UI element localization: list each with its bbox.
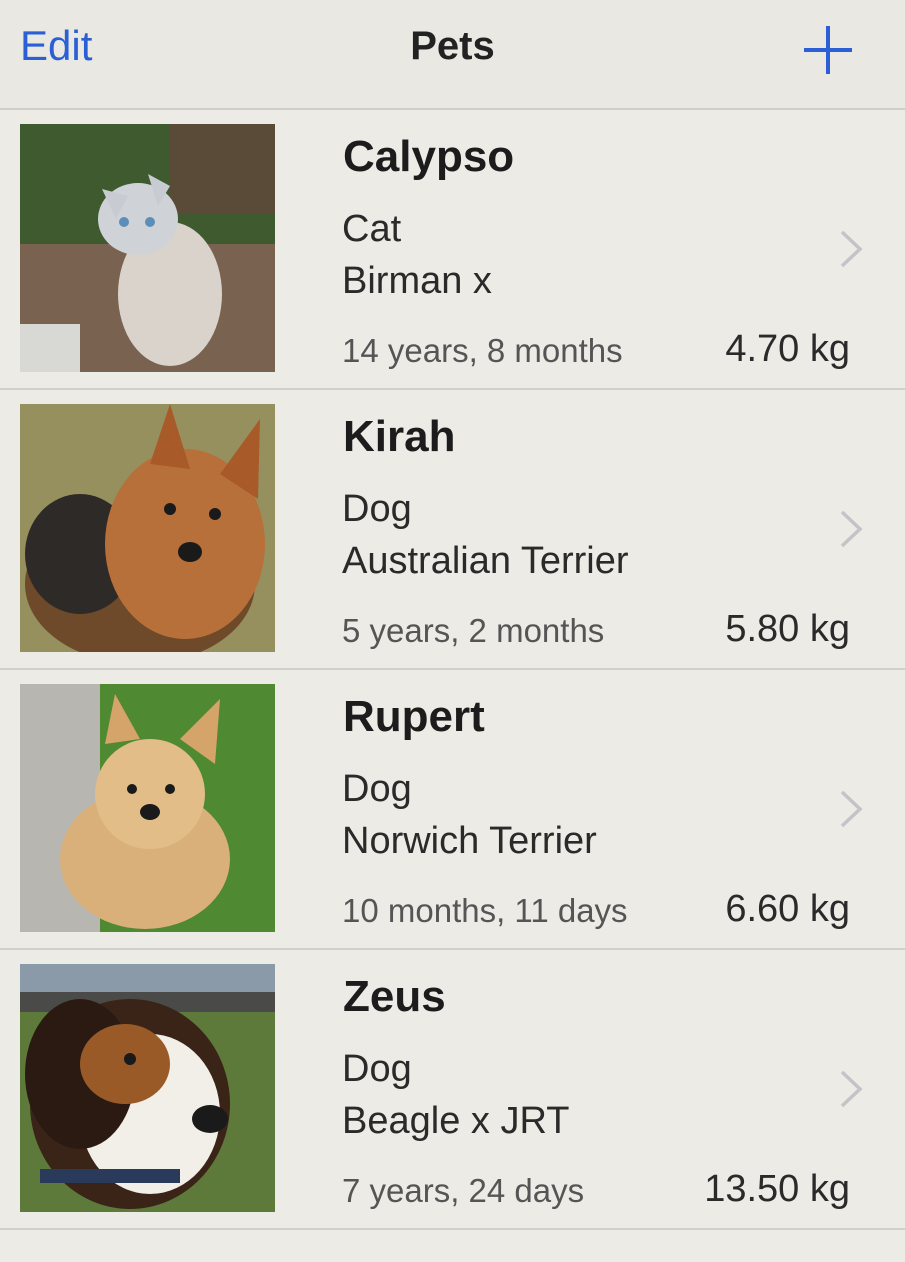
chevron-right-icon [840, 1070, 863, 1108]
pet-breed: Australian Terrier [342, 540, 629, 582]
chevron-right-icon [840, 790, 863, 828]
pet-species: Dog [342, 1048, 412, 1090]
pet-breed: Beagle x JRT [342, 1100, 570, 1142]
pet-name: Zeus [343, 972, 446, 1021]
pet-weight: 13.50 kg [704, 1168, 850, 1210]
pet-age: 7 years, 24 days [342, 1172, 585, 1209]
pet-photo [20, 404, 275, 652]
plus-icon [804, 26, 852, 74]
pet-age: 5 years, 2 months [342, 612, 605, 649]
pet-row[interactable]: Zeus Dog Beagle x JRT 7 years, 24 days 1… [0, 950, 905, 1230]
pet-name: Rupert [343, 692, 485, 741]
pet-weight: 6.60 kg [725, 888, 850, 930]
pet-row[interactable]: Rupert Dog Norwich Terrier 10 months, 11… [0, 670, 905, 950]
pet-photo [20, 124, 275, 372]
pet-age: 14 years, 8 months [342, 332, 623, 369]
pet-age: 10 months, 11 days [342, 892, 628, 929]
pet-breed: Birman x [342, 260, 492, 302]
page-title: Pets [410, 24, 495, 68]
pet-photo [20, 684, 275, 932]
pet-name: Kirah [343, 412, 456, 461]
pet-list: Calypso Cat Birman x 14 years, 8 months … [0, 110, 905, 1230]
add-pet-button[interactable] [800, 22, 856, 78]
pet-row[interactable]: Kirah Dog Australian Terrier 5 years, 2 … [0, 390, 905, 670]
chevron-right-icon [840, 510, 863, 548]
pet-breed: Norwich Terrier [342, 820, 597, 862]
chevron-right-icon [840, 230, 863, 268]
pet-weight: 4.70 kg [725, 328, 850, 370]
pet-species: Cat [342, 208, 402, 250]
pet-species: Dog [342, 488, 412, 530]
pet-weight: 5.80 kg [725, 608, 850, 650]
navigation-bar: Edit Pets [0, 0, 905, 110]
pet-row[interactable]: Calypso Cat Birman x 14 years, 8 months … [0, 110, 905, 390]
pet-species: Dog [342, 768, 412, 810]
pet-photo [20, 964, 275, 1212]
pet-name: Calypso [343, 132, 515, 181]
